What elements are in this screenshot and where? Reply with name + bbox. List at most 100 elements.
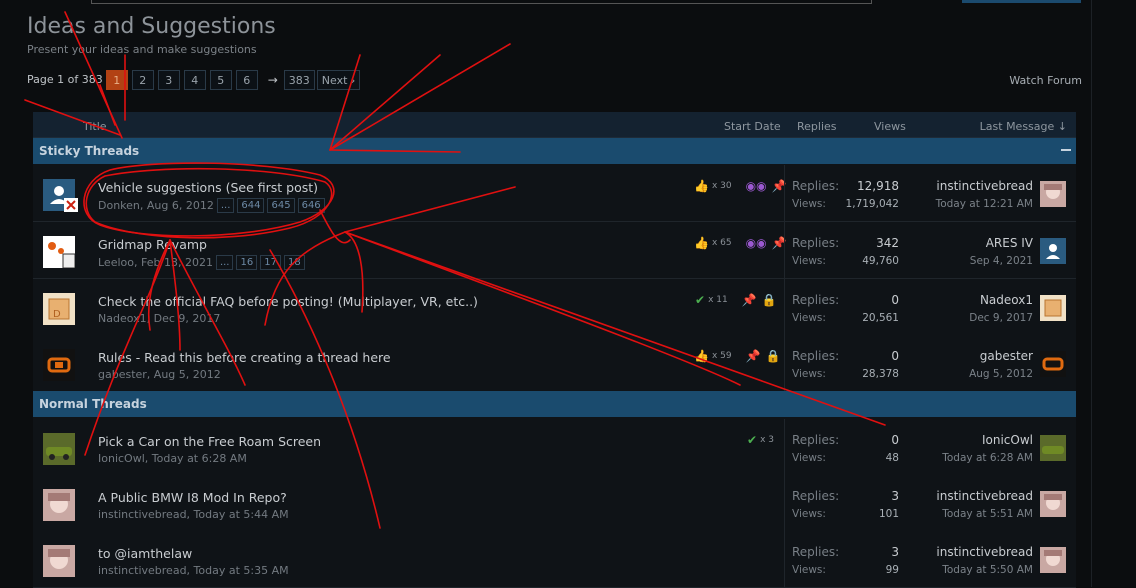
thread-meta: instinctivebread, Today at 5:35 AM: [98, 564, 289, 577]
thread-page-link[interactable]: 18: [283, 255, 305, 270]
views-count: 101: [878, 508, 899, 520]
avatar[interactable]: [43, 545, 75, 577]
page-link-5[interactable]: 5: [209, 69, 232, 90]
page-link-1[interactable]: 1: [105, 69, 128, 90]
last-post-date[interactable]: Today at 6:28 AM: [942, 452, 1033, 464]
avatar[interactable]: [43, 236, 75, 268]
page-navigation: Page 1 of 383 1 2 3 4 5 6 → 383 Next ›: [27, 69, 364, 90]
thread-author-date: IonicOwl, Today at 6:28 AM: [98, 452, 247, 465]
last-poster-avatar[interactable]: [1040, 181, 1066, 207]
like-count: x 3: [760, 435, 774, 445]
column-replies[interactable]: Replies: [797, 120, 837, 133]
avatar[interactable]: [43, 433, 75, 465]
last-poster[interactable]: IonicOwl: [982, 433, 1033, 447]
page-link-4[interactable]: 4: [183, 69, 206, 90]
replies-label: Replies:: [792, 236, 840, 250]
thread-icons: ✔ x 3: [747, 433, 788, 447]
last-post-date[interactable]: Aug 5, 2012: [969, 368, 1033, 380]
thread-meta: IonicOwl, Today at 6:28 AM: [98, 452, 247, 465]
last-poster[interactable]: instinctivebread: [936, 489, 1033, 503]
next-page-button[interactable]: Next ›: [316, 69, 361, 90]
last-poster[interactable]: gabester: [980, 349, 1033, 363]
thread-title[interactable]: A Public BMW I8 Mod In Repo?: [98, 490, 287, 505]
replies-label: Replies:: [792, 545, 840, 559]
last-poster[interactable]: ARES IV: [986, 236, 1033, 250]
views-label: Views:: [792, 452, 826, 464]
last-post-date[interactable]: Sep 4, 2021: [970, 255, 1033, 267]
page-info: Page 1 of 383: [27, 73, 103, 86]
views-label: Views:: [792, 198, 826, 210]
thread-title[interactable]: Rules - Read this before creating a thre…: [98, 350, 391, 365]
thread-icons: ✔ x 11 📌 🔒: [695, 293, 777, 307]
small-avatar-icon: [64, 198, 78, 212]
sidebar-divider: [1091, 0, 1092, 587]
views-count: 28,378: [862, 368, 899, 380]
page-dots: ...: [215, 255, 234, 270]
last-poster-avatar[interactable]: [1040, 238, 1066, 264]
last-poster-avatar[interactable]: [1040, 435, 1066, 461]
pin-icon: 📌: [745, 349, 761, 363]
last-post-date[interactable]: Today at 5:50 AM: [942, 564, 1033, 576]
last-poster-avatar[interactable]: [1040, 351, 1066, 377]
thumbs-up-icon: 👍: [694, 349, 709, 363]
page-link-last[interactable]: 383: [283, 69, 315, 90]
page-link-2[interactable]: 2: [131, 69, 154, 90]
thread-row: D Check the official FAQ before posting!…: [33, 279, 1076, 336]
last-post-date[interactable]: Today at 12:21 AM: [936, 198, 1033, 210]
last-poster[interactable]: instinctivebread: [936, 545, 1033, 559]
thread-icons: 👍 x 65 ◉◉ 📌: [694, 236, 787, 250]
thread-page-link[interactable]: 646: [297, 198, 325, 213]
stats-divider: [784, 419, 785, 475]
last-post-date[interactable]: Dec 9, 2017: [969, 312, 1033, 324]
thread-title[interactable]: Check the official FAQ before posting! (…: [98, 294, 478, 309]
search-button[interactable]: [962, 0, 1081, 3]
page-link-3[interactable]: 3: [157, 69, 180, 90]
watch-forum-link[interactable]: Watch Forum: [1009, 74, 1082, 87]
replies-count: 0: [891, 433, 899, 447]
last-poster-avatar[interactable]: [1040, 295, 1066, 321]
replies-count: 3: [891, 489, 899, 503]
thread-row: Vehicle suggestions (See first post) Don…: [33, 165, 1076, 222]
section-title: Normal Threads: [39, 397, 147, 411]
checkmark-icon: ✔: [695, 293, 706, 307]
search-field[interactable]: [91, 0, 872, 4]
avatar[interactable]: [43, 489, 75, 521]
last-poster[interactable]: instinctivebread: [936, 179, 1033, 193]
thread-page-link[interactable]: 17: [260, 255, 281, 270]
column-start-date[interactable]: Start Date: [724, 120, 781, 133]
last-post-date[interactable]: Today at 5:51 AM: [942, 508, 1033, 520]
thumbs-up-icon: 👍: [694, 179, 709, 193]
views-count: 48: [885, 452, 899, 464]
page-dots: ...: [216, 198, 235, 213]
like-count: x 30: [711, 181, 732, 191]
thread-page-link[interactable]: 645: [267, 198, 295, 213]
svg-text:D: D: [53, 309, 61, 320]
thumbs-up-icon: 👍: [694, 236, 709, 250]
avatar[interactable]: [43, 349, 75, 381]
last-poster-avatar[interactable]: [1040, 547, 1066, 573]
page-title: Ideas and Suggestions: [27, 14, 276, 39]
thread-author-date: gabester, Aug 5, 2012: [98, 368, 221, 381]
like-count: x 59: [711, 351, 732, 361]
thread-title[interactable]: Vehicle suggestions (See first post): [98, 180, 318, 195]
column-title[interactable]: Title: [83, 120, 107, 133]
thread-author-date: instinctivebread, Today at 5:35 AM: [98, 564, 289, 577]
stats-divider: [784, 165, 785, 221]
thread-title[interactable]: Gridmap Revamp: [98, 237, 207, 252]
last-poster[interactable]: Nadeox1: [980, 293, 1033, 307]
replies-count: 12,918: [857, 179, 899, 193]
views-label: Views:: [792, 312, 826, 324]
thread-title[interactable]: Pick a Car on the Free Roam Screen: [98, 434, 321, 449]
avatar[interactable]: D: [43, 293, 75, 325]
page-link-6[interactable]: 6: [235, 69, 258, 90]
thread-page-link[interactable]: 16: [236, 255, 258, 270]
last-poster-avatar[interactable]: [1040, 491, 1066, 517]
thread-author-date: Leeloo, Feb 13, 2021: [98, 256, 213, 269]
collapse-icon[interactable]: [1061, 149, 1071, 151]
thread-page-link[interactable]: 644: [237, 198, 265, 213]
thread-title[interactable]: to @iamthelaw: [98, 546, 192, 561]
thread-meta: instinctivebread, Today at 5:44 AM: [98, 508, 289, 521]
column-last-message[interactable]: Last Message ↓: [980, 120, 1067, 133]
views-label: Views:: [792, 564, 826, 576]
column-views[interactable]: Views: [874, 120, 906, 133]
